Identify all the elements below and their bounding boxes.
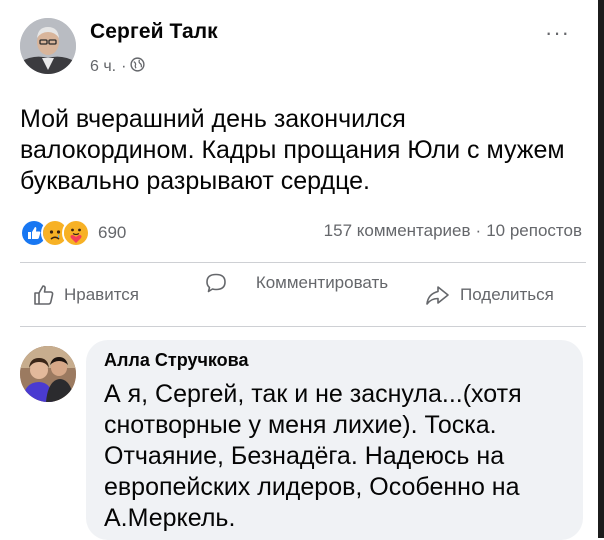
like-button-label: Нравится	[64, 285, 140, 304]
comment-bubble-icon	[206, 273, 226, 293]
comments-count[interactable]: 157 комментариев	[324, 221, 471, 240]
reactions-summary[interactable]: 690	[20, 219, 126, 247]
comment-text: А я, Сергей, так и не заснула...(хотя сн…	[104, 380, 522, 532]
more-options-button[interactable]: ···	[545, 20, 570, 46]
post-text: Мой вчерашний день закончился валокордин…	[20, 105, 565, 195]
avatar-photo	[20, 18, 76, 74]
post-meta: 6 ч. ·	[90, 57, 146, 77]
commenter-photo	[20, 346, 76, 402]
commenter-avatar[interactable]	[20, 346, 76, 402]
stats-separator: ·	[475, 221, 482, 240]
comment-author[interactable]: Алла Стручкова	[104, 350, 249, 371]
care-icon	[62, 219, 90, 247]
share-button-label: Поделиться	[460, 285, 554, 304]
post-time[interactable]: 6 ч.	[90, 58, 116, 76]
share-arrow-icon	[426, 286, 449, 305]
frame-edge	[598, 0, 604, 538]
author-avatar[interactable]	[20, 18, 76, 74]
divider-top	[20, 262, 586, 263]
like-button[interactable]: Нравится	[32, 283, 139, 307]
comment-button-label: Комментировать	[255, 273, 389, 292]
divider-bottom	[20, 326, 586, 327]
reaction-count: 690	[98, 223, 127, 242]
share-button[interactable]: Поделиться	[424, 283, 554, 307]
meta-separator: ·	[121, 58, 127, 75]
comment-button[interactable]: Комментировать	[204, 271, 402, 295]
globe-icon[interactable]	[130, 57, 146, 77]
thumbs-up-icon	[34, 285, 54, 305]
post-author[interactable]: Сергей Талк	[90, 20, 218, 44]
shares-count[interactable]: 10 репостов	[486, 221, 582, 240]
post-stats: 157 комментариев · 10 репостов	[324, 221, 582, 241]
